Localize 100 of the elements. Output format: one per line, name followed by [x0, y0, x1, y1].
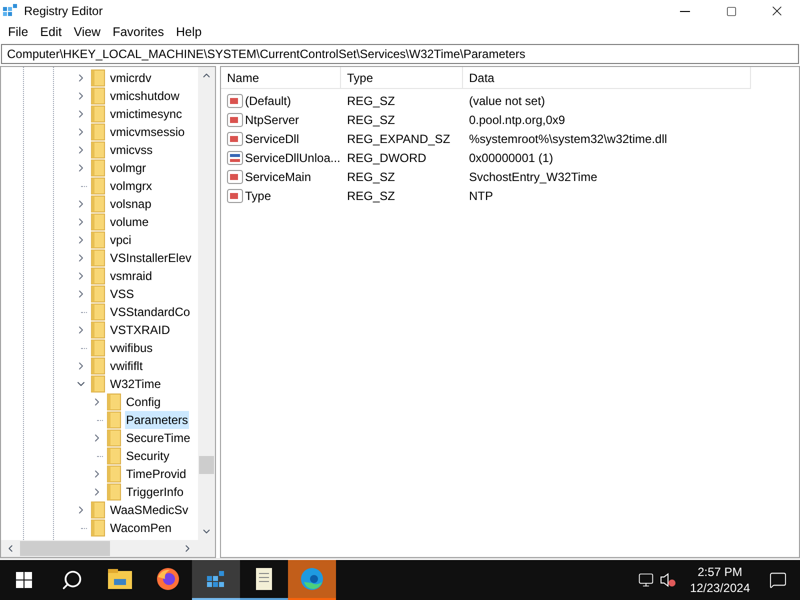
folder-icon: [91, 231, 105, 249]
search-icon: [61, 569, 83, 591]
column-header[interactable]: Data: [463, 67, 751, 88]
network-icon[interactable]: [638, 572, 654, 588]
folder-icon: [91, 267, 105, 285]
folder-icon: [91, 321, 105, 339]
column-header[interactable]: Type: [341, 67, 463, 88]
folder-icon: [91, 501, 105, 519]
value-type: REG_EXPAND_SZ: [346, 130, 452, 148]
folder-icon: [91, 69, 105, 87]
tree-item[interactable]: VSTXRAID: [109, 321, 172, 339]
folder-icon: [107, 393, 121, 411]
clock-date[interactable]: 12/23/2024: [690, 580, 750, 596]
tree-item[interactable]: W32Time: [109, 375, 162, 393]
tree-item[interactable]: Security: [125, 447, 170, 465]
string-value-icon: [227, 188, 243, 202]
folder-icon: [91, 285, 105, 303]
folder-icon: [91, 177, 105, 195]
folder-icon: [91, 249, 105, 267]
window-title: Registry Editor: [24, 3, 103, 20]
vertical-scrollbar[interactable]: [198, 67, 215, 540]
menu-item[interactable]: Edit: [34, 22, 68, 42]
folder-icon: [107, 483, 121, 501]
string-value-icon: [227, 132, 243, 146]
tree-item[interactable]: vmicrdv: [109, 69, 152, 87]
tree-item[interactable]: TriggerInfo: [125, 483, 185, 501]
folder-icon: [91, 195, 105, 213]
folder-icon: [91, 105, 105, 123]
notepad-icon: [254, 567, 274, 591]
tree-item[interactable]: volsnap: [109, 195, 152, 213]
value-type: REG_SZ: [346, 112, 396, 128]
value-data: 0x00000001 (1): [468, 150, 554, 166]
value-name[interactable]: Type: [245, 186, 272, 204]
tree-item[interactable]: VSStandardCo: [109, 303, 192, 321]
value-name[interactable]: (Default): [245, 92, 292, 110]
tree-item[interactable]: vmicvss: [109, 141, 154, 159]
tree-item[interactable]: vmicvmsessio: [109, 123, 186, 141]
tree-item[interactable]: VSInstallerElev: [109, 249, 192, 267]
value-name[interactable]: NtpServer: [245, 110, 300, 128]
swirl-globe-icon: [300, 567, 324, 591]
address-bar[interactable]: Computer\HKEY_LOCAL_MACHINE\SYSTEM\CurrentControlSet\Services\W32Time\Parameters: [1, 44, 799, 64]
folder-icon: [91, 519, 105, 537]
value-name[interactable]: ServiceMain: [245, 168, 312, 186]
tree-item[interactable]: vwififlt: [109, 357, 144, 375]
tree-item[interactable]: TimeProvid: [125, 465, 188, 483]
value-type: REG_SZ: [346, 92, 396, 110]
menu-item[interactable]: File: [2, 22, 34, 42]
tree-item[interactable]: vmictimesync: [109, 105, 184, 123]
notification-icon: [769, 571, 787, 589]
folder-icon: [91, 339, 105, 357]
string-value-icon: [227, 94, 243, 108]
tree-item[interactable]: vsmraid: [109, 267, 154, 285]
tree-item[interactable]: WacomPen: [109, 519, 173, 537]
string-value-icon: [227, 112, 243, 126]
value-data: NTP: [468, 188, 494, 204]
tree-item[interactable]: volmgr: [109, 159, 148, 177]
scroll-thumb[interactable]: [199, 456, 214, 474]
column-header[interactable]: Name: [221, 67, 341, 88]
tree-item[interactable]: SecureTime: [125, 429, 192, 447]
horizontal-scrollbar[interactable]: [1, 540, 215, 557]
string-value-icon: [227, 170, 243, 184]
folder-icon: [91, 357, 105, 375]
tree-item[interactable]: Config: [125, 393, 162, 411]
clock-time[interactable]: 2:57 PM: [698, 564, 742, 580]
tree-item[interactable]: vpci: [109, 231, 132, 249]
value-data: (value not set): [468, 92, 546, 110]
folder-icon: [91, 303, 105, 321]
folder-icon: [91, 123, 105, 141]
tree-item[interactable]: vwifibus: [109, 339, 154, 357]
value-data: %systemroot%\system32\w32time.dll: [468, 130, 668, 148]
maximize-icon: [726, 6, 736, 16]
tree-item[interactable]: Parameters: [125, 411, 190, 429]
folder-icon: [107, 465, 121, 483]
tree-item[interactable]: WaaSMedicSv: [109, 501, 190, 519]
folder-icon: [107, 447, 121, 465]
cubes-icon: [205, 568, 227, 590]
folder-icon: [108, 569, 132, 589]
value-type: REG_DWORD: [346, 150, 428, 166]
menu-item[interactable]: Favorites: [106, 22, 170, 42]
folder-icon: [91, 87, 105, 105]
menu-item[interactable]: View: [68, 22, 107, 42]
minimize-icon: [680, 10, 690, 12]
folder-icon: [107, 429, 121, 447]
value-name[interactable]: ServiceDll: [245, 130, 300, 148]
value-name[interactable]: ServiceDllUnloa...: [245, 148, 340, 166]
tree-item[interactable]: volmgrx: [109, 177, 154, 195]
folder-icon: [91, 141, 105, 159]
windows-logo-icon: [16, 572, 32, 588]
app-icon: [2, 3, 18, 19]
value-data: SvchostEntry_W32Time: [468, 168, 598, 186]
tree-item[interactable]: VSS: [109, 285, 136, 303]
muted-speaker-icon[interactable]: [660, 572, 678, 588]
tree-item[interactable]: volume: [109, 213, 150, 231]
tree-item[interactable]: vmicshutdow: [109, 87, 180, 105]
folder-icon: [107, 411, 121, 429]
folder-icon: [91, 213, 105, 231]
menu-item[interactable]: Help: [170, 22, 208, 42]
folder-icon: [91, 375, 105, 393]
value-type: REG_SZ: [346, 188, 396, 204]
value-data: 0.pool.ntp.org,0x9: [468, 112, 566, 128]
